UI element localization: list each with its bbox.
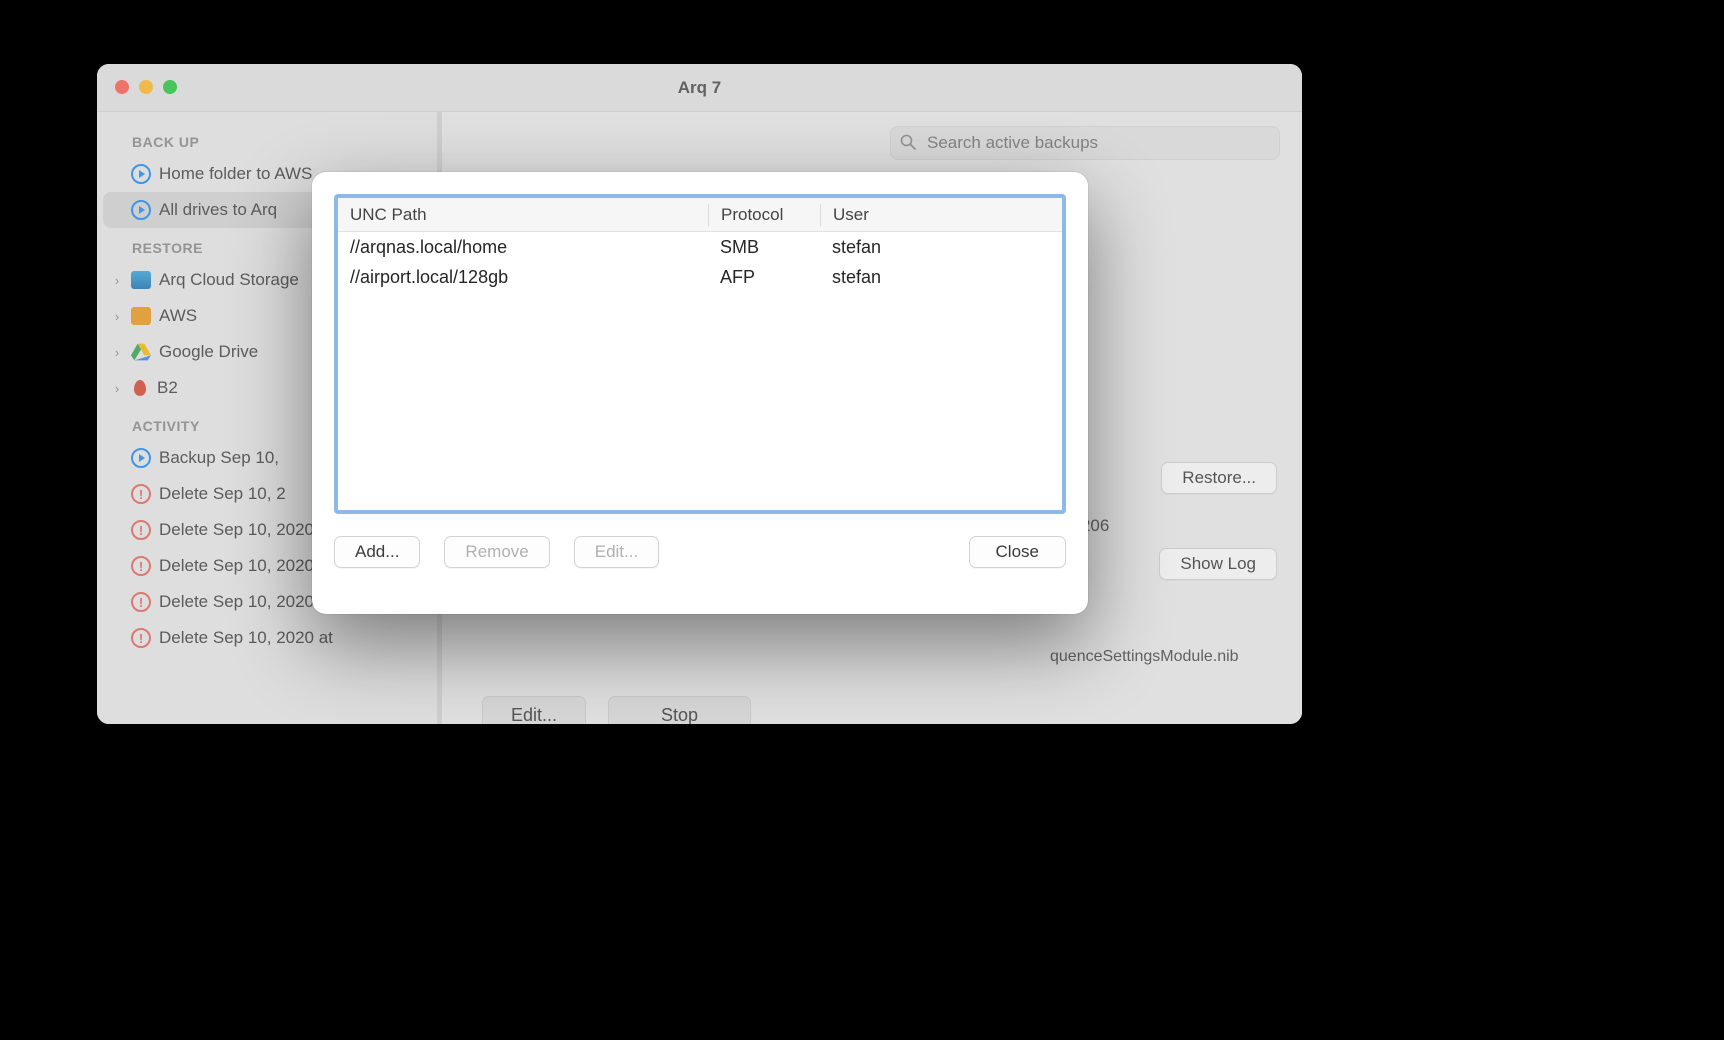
alert-icon: ! — [131, 592, 151, 612]
column-header-user[interactable]: User — [820, 204, 1062, 226]
sidebar-item-label: Delete Sep 10, 2020 at — [159, 592, 333, 612]
chevron-right-icon: › — [111, 309, 123, 324]
sidebar-item-label: All drives to Arq — [159, 200, 277, 220]
show-log-button[interactable]: Show Log — [1159, 548, 1277, 580]
sidebar-item-activity[interactable]: ! Delete Sep 10, 2020 at — [97, 620, 437, 656]
titlebar: Arq 7 — [97, 64, 1302, 112]
sidebar-item-label: Delete Sep 10, 2020 at — [159, 556, 333, 576]
edit-share-button[interactable]: Edit... — [574, 536, 659, 568]
table-header: UNC Path Protocol User — [338, 198, 1062, 232]
modal-button-row: Add... Remove Edit... Close — [334, 536, 1066, 568]
sidebar-item-label: Home folder to AWS — [159, 164, 312, 184]
alert-icon: ! — [131, 520, 151, 540]
column-header-protocol[interactable]: Protocol — [708, 204, 820, 226]
play-icon — [131, 448, 151, 468]
sidebar-item-label: AWS — [159, 306, 197, 326]
traffic-lights — [115, 80, 177, 94]
column-header-path[interactable]: UNC Path — [338, 204, 708, 226]
sidebar-item-label: B2 — [157, 378, 178, 398]
sidebar-item-label: Delete Sep 10, 2 — [159, 484, 286, 504]
search-wrap — [890, 126, 1280, 160]
sidebar-item-label: Backup Sep 10, — [159, 448, 279, 468]
search-input[interactable] — [890, 126, 1280, 160]
sidebar-item-label: Delete Sep 10, 2020 at — [159, 520, 333, 540]
search-icon — [900, 134, 916, 155]
table-row[interactable]: //airport.local/128gb AFP stefan — [338, 262, 1062, 292]
cell-protocol: SMB — [708, 237, 820, 258]
sidebar-item-label: Google Drive — [159, 342, 258, 362]
edit-button[interactable]: Edit... — [482, 696, 586, 724]
remove-button[interactable]: Remove — [444, 536, 549, 568]
alert-icon: ! — [131, 484, 151, 504]
play-icon — [131, 200, 151, 220]
b2-icon — [131, 378, 149, 398]
cell-user: stefan — [820, 267, 1062, 288]
cell-user: stefan — [820, 237, 1062, 258]
maximize-window-icon[interactable] — [163, 80, 177, 94]
add-button[interactable]: Add... — [334, 536, 420, 568]
shares-table[interactable]: UNC Path Protocol User //arqnas.local/ho… — [334, 194, 1066, 514]
google-drive-icon — [131, 343, 151, 361]
text-fragment: quenceSettingsModule.nib — [1050, 648, 1239, 666]
chevron-right-icon: › — [111, 345, 123, 360]
arq-cloud-icon — [131, 271, 151, 289]
chevron-right-icon: › — [111, 273, 123, 288]
sidebar-header-backup: BACK UP — [97, 122, 437, 156]
stop-button[interactable]: Stop — [608, 696, 751, 724]
alert-icon: ! — [131, 556, 151, 576]
close-button[interactable]: Close — [969, 536, 1066, 568]
sidebar-item-label: Arq Cloud Storage — [159, 270, 299, 290]
window-title: Arq 7 — [678, 78, 721, 98]
cell-path: //airport.local/128gb — [338, 267, 708, 288]
sidebar-item-label: Delete Sep 10, 2020 at — [159, 628, 333, 648]
minimize-window-icon[interactable] — [139, 80, 153, 94]
alert-icon: ! — [131, 628, 151, 648]
restore-button[interactable]: Restore... — [1161, 462, 1277, 494]
play-icon — [131, 164, 151, 184]
cell-protocol: AFP — [708, 267, 820, 288]
network-shares-dialog: UNC Path Protocol User //arqnas.local/ho… — [312, 172, 1088, 614]
chevron-right-icon: › — [111, 381, 123, 396]
aws-icon — [131, 307, 151, 325]
table-row[interactable]: //arqnas.local/home SMB stefan — [338, 232, 1062, 262]
close-window-icon[interactable] — [115, 80, 129, 94]
cell-path: //arqnas.local/home — [338, 237, 708, 258]
